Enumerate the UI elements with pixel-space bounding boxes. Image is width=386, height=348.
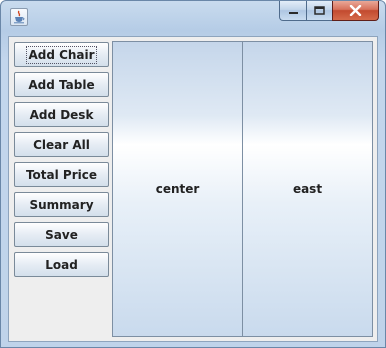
add-table-label: Add Table [28, 77, 95, 92]
close-icon [349, 5, 362, 16]
add-desk-label: Add Desk [29, 107, 94, 122]
summary-button[interactable]: Summary [14, 192, 109, 217]
close-button[interactable] [332, 1, 379, 21]
maximize-button[interactable] [306, 1, 332, 21]
add-chair-label: Add Chair [26, 45, 97, 64]
east-panel[interactable]: east [242, 41, 373, 337]
add-desk-button[interactable]: Add Desk [14, 102, 109, 127]
button-panel: Add Chair Add Table Add Desk Clear All T… [9, 37, 112, 341]
clear-all-label: Clear All [33, 137, 90, 152]
save-button[interactable]: Save [14, 222, 109, 247]
minimize-button[interactable] [279, 1, 306, 21]
load-label: Load [45, 257, 78, 272]
app-window: Add Chair Add Table Add Desk Clear All T… [0, 0, 386, 348]
total-price-button[interactable]: Total Price [14, 162, 109, 187]
minimize-icon [288, 11, 298, 14]
load-button[interactable]: Load [14, 252, 109, 277]
center-panel-label: center [155, 182, 200, 196]
add-chair-button[interactable]: Add Chair [14, 42, 109, 67]
java-cup-icon[interactable] [10, 8, 28, 26]
maximize-icon [314, 6, 325, 15]
east-panel-label: east [292, 182, 323, 196]
clear-all-button[interactable]: Clear All [14, 132, 109, 157]
content-pane: Add Chair Add Table Add Desk Clear All T… [8, 36, 378, 342]
summary-label: Summary [29, 197, 94, 212]
add-table-button[interactable]: Add Table [14, 72, 109, 97]
total-price-label: Total Price [25, 167, 98, 182]
save-label: Save [45, 227, 78, 242]
center-panel[interactable]: center [112, 41, 243, 337]
title-bar[interactable] [1, 1, 385, 31]
